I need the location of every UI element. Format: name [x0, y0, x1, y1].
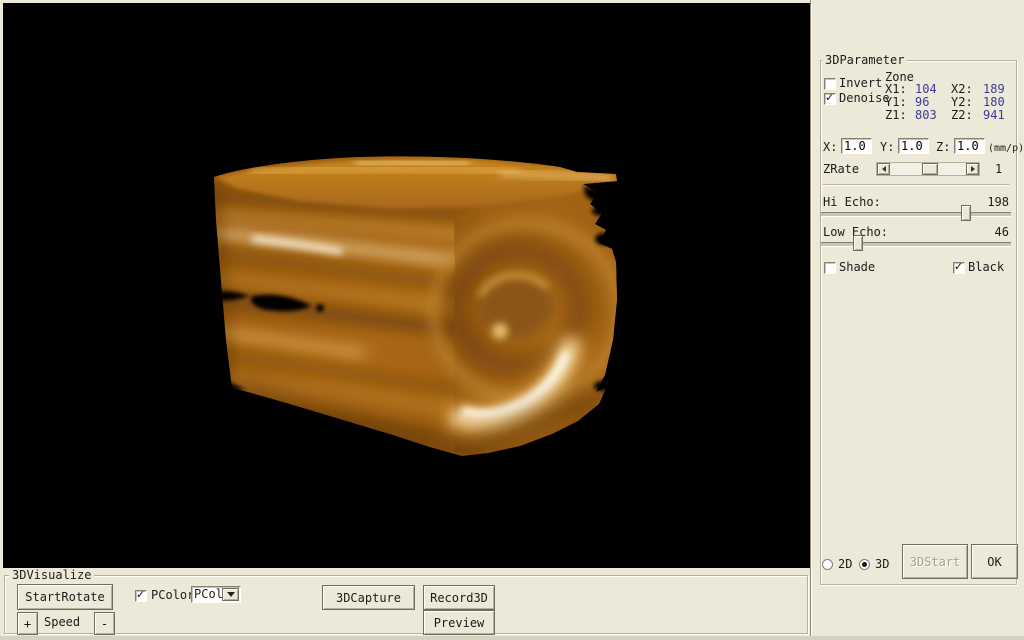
speed-label: Speed: [44, 616, 80, 629]
invert-label: Invert: [839, 77, 882, 90]
record-3d-button[interactable]: Record3D: [423, 585, 495, 610]
zone-z1-label: Z1:: [885, 109, 915, 122]
zrate-left-arrow[interactable]: [877, 163, 890, 175]
pcolor-label: PColor: [151, 589, 194, 602]
hi-echo-slider-thumb[interactable]: [961, 205, 971, 221]
visualize-panel: 3DVisualize StartRotate PColor PColor 3D…: [0, 568, 810, 640]
zrate-right-arrow[interactable]: [966, 163, 979, 175]
low-echo-slider[interactable]: [821, 242, 1011, 247]
speed-plus-button[interactable]: +: [17, 612, 38, 635]
visualize-group-title: 3DVisualize: [9, 569, 94, 582]
zone-z2-value: 941: [983, 108, 1005, 122]
app-window: 3DParameter Invert Denoise Zone X1:104X2…: [0, 0, 1024, 640]
mode-2d-radio[interactable]: [822, 559, 833, 570]
zone-z1-value: 803: [915, 109, 951, 122]
y-scale-label: Y:: [880, 141, 894, 154]
parameter-panel: 3DParameter Invert Denoise Zone X1:104X2…: [810, 0, 1024, 640]
mode-2d-label: 2D: [838, 558, 852, 571]
hi-echo-label: Hi Echo:: [823, 196, 881, 209]
window-bottom-edge: [0, 636, 1024, 640]
render-viewport[interactable]: [3, 3, 810, 568]
low-echo-slider-thumb[interactable]: [853, 235, 863, 251]
y-scale-input[interactable]: [898, 138, 929, 154]
preview-button[interactable]: Preview: [423, 610, 495, 635]
zrate-thumb[interactable]: [922, 163, 938, 175]
mode-3d-radio[interactable]: [859, 559, 870, 570]
start-rotate-button[interactable]: StartRotate: [17, 584, 113, 610]
denoise-label: Denoise: [839, 92, 890, 105]
zone-x2-value: 189: [983, 82, 1005, 96]
z-scale-input[interactable]: [954, 138, 985, 154]
zone-y2-value: 180: [983, 95, 1005, 109]
ok-button[interactable]: OK: [971, 544, 1018, 579]
start-3d-button[interactable]: 3DStart: [902, 544, 968, 579]
parameter-group-title: 3DParameter: [822, 54, 907, 67]
x-scale-input[interactable]: [841, 138, 872, 154]
low-echo-value: 46: [961, 226, 1009, 239]
z-scale-label: Z:: [936, 141, 950, 154]
dropdown-arrow-icon[interactable]: [222, 588, 239, 601]
zrate-scrollbar[interactable]: [876, 162, 980, 176]
zrate-value: 1: [995, 163, 1002, 176]
pcolor-dropdown[interactable]: PColor: [191, 586, 241, 603]
x-scale-label: X:: [823, 141, 837, 154]
black-label: Black: [968, 261, 1004, 274]
zone-z2-label: Z2:: [951, 109, 983, 122]
zrate-label: ZRate: [823, 163, 859, 176]
black-checkbox[interactable]: [953, 262, 965, 274]
pcolor-checkbox[interactable]: [135, 590, 147, 602]
shade-checkbox[interactable]: [824, 262, 836, 274]
scale-unit-label: (mm/p): [988, 142, 1024, 155]
denoise-checkbox[interactable]: [824, 93, 836, 105]
capture-3d-button[interactable]: 3DCapture: [322, 585, 415, 610]
volume-render-canvas: [3, 3, 810, 568]
speed-minus-button[interactable]: -: [94, 612, 115, 635]
hi-echo-slider[interactable]: [821, 212, 1011, 217]
invert-checkbox[interactable]: [824, 78, 836, 90]
zone-row: Z1:803Z2:941: [885, 109, 1005, 122]
mode-3d-label: 3D: [875, 558, 889, 571]
separator-line: [823, 184, 1009, 186]
shade-label: Shade: [839, 261, 875, 274]
